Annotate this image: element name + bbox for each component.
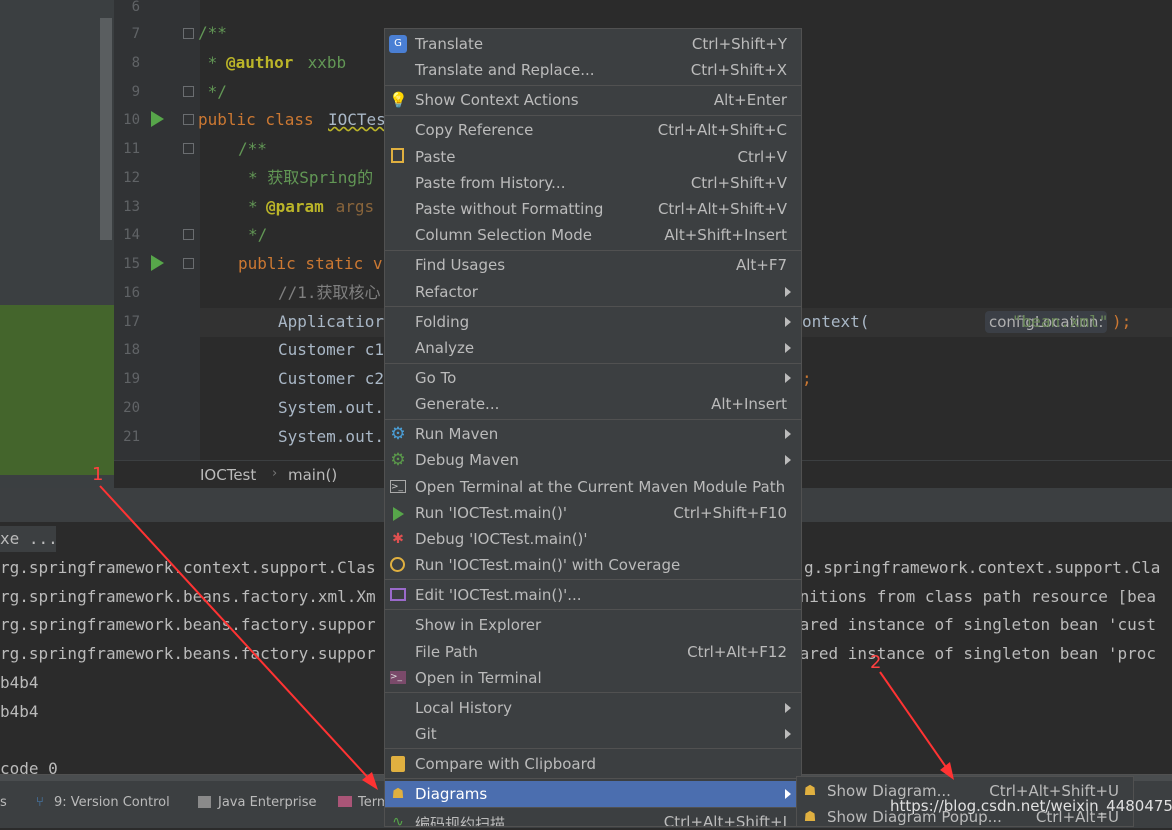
annotation-arrows xyxy=(99,485,954,790)
annotation-marker-1: 1 xyxy=(92,464,104,485)
annotation-marker-2: 2 xyxy=(870,652,882,673)
annotation-arrowhead-2 xyxy=(940,762,954,780)
annotation-arrow-1 xyxy=(99,485,373,783)
annotation-arrow-2 xyxy=(879,671,949,771)
watermark: https://blog.csdn.net/weixin_44804750 xyxy=(890,797,1172,815)
